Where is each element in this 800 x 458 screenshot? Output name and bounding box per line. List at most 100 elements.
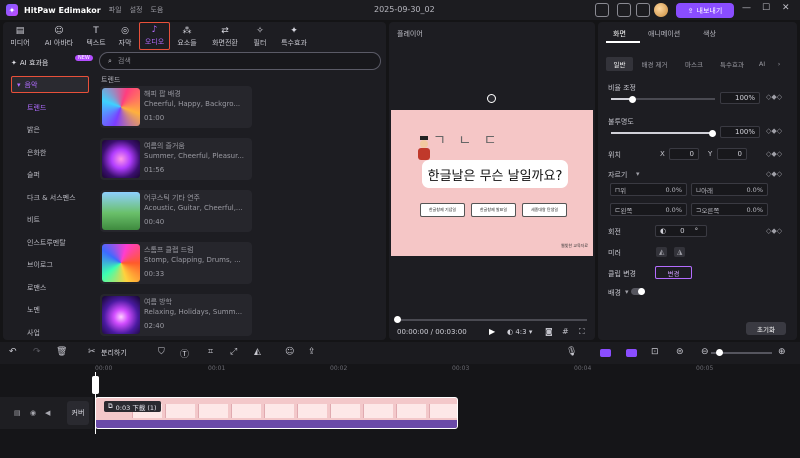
feedback-icon[interactable] [617, 3, 631, 17]
background-toggle[interactable] [631, 288, 645, 295]
keyframe-icon[interactable]: ◇◆◇ [766, 127, 782, 135]
ai-sound-effect-item[interactable]: ✦ AI 효과음 [11, 58, 48, 68]
video-clip[interactable]: ⧉ 0:03 下載 (1) [95, 397, 458, 429]
grid-icon[interactable]: # [562, 327, 569, 336]
tab-animation[interactable]: 애니메이션 [648, 29, 680, 39]
music-track[interactable]: 여름 방학 Relaxing, Holidays, Summ... 02:40 [100, 294, 252, 336]
tab-filter[interactable]: ✧ 필터 [246, 22, 274, 50]
subcategory-romance[interactable]: 로맨스 [27, 283, 46, 293]
zoom-out-icon[interactable]: ⊖ [701, 347, 709, 357]
tab-text[interactable]: T 텍스트 [81, 22, 111, 50]
scale-value[interactable]: 100% [720, 92, 760, 104]
tab-effects[interactable]: ✦ 특수효과 [274, 22, 314, 50]
aspect-ratio-selector[interactable]: ◐ 4:3 ▾ [507, 328, 532, 336]
subcategory-dark[interactable]: 다크 & 서스펜스 [27, 193, 76, 203]
opacity-slider-knob[interactable] [709, 129, 716, 137]
category-music[interactable]: ▾ 음악 [11, 76, 89, 93]
delete-icon[interactable]: 🗑 [56, 347, 67, 357]
snapshot-icon[interactable]: ◙ [545, 327, 553, 336]
crop-right-input[interactable]: ⊐ 오른쪽 0.0% [691, 203, 768, 216]
text-tool-icon[interactable]: Ⓣ [180, 347, 189, 360]
face-icon[interactable]: ☺ [285, 347, 294, 357]
menu-file[interactable]: 파일 [109, 5, 122, 15]
snap-icon[interactable] [600, 349, 611, 357]
play-icon[interactable]: ▶ [489, 327, 495, 336]
subcategory-instrumental[interactable]: 인스트루멘탈 [27, 238, 66, 248]
tab-media[interactable]: ▤ 미디어 [3, 22, 37, 50]
keyframe-icon[interactable]: ◇◆◇ [766, 227, 782, 235]
music-track[interactable]: 해피 팝 배경 Cheerful, Happy, Backgro... 01:0… [100, 86, 252, 128]
subcategory-vlog[interactable]: 브이로그 [27, 260, 53, 270]
subcategory-calm[interactable]: 은화한 [27, 148, 46, 158]
visibility-icon[interactable]: ◉ [30, 409, 36, 417]
menu-settings[interactable]: 설정 [130, 5, 143, 15]
monitor-icon[interactable] [595, 3, 609, 17]
subtab-ai[interactable]: AI [752, 57, 772, 71]
split-label[interactable]: 분리하기 [101, 348, 127, 358]
keyframe-icon[interactable]: ◇◆◇ [766, 93, 782, 101]
stack-icon[interactable]: ▤ [14, 409, 21, 417]
crop-bottom-input[interactable]: ⊔ 아래 0.0% [691, 183, 768, 196]
subcategory-trend[interactable]: 트렌드 [27, 103, 46, 113]
subcategory-noman[interactable]: 노멘 [27, 305, 40, 315]
tab-ai-avatar[interactable]: ☺ AI 아바타 [37, 22, 81, 50]
playback-progress[interactable] [397, 319, 587, 321]
tab-elements[interactable]: ⁂ 요소들 [170, 22, 204, 50]
video-preview[interactable]: ㄱ ㄴ ㄷ 한글날은 무슨 날일까요? 한글창제 기념일 한글창제 발표일 세종… [391, 110, 593, 256]
chevron-down-icon[interactable]: ▾ [625, 288, 629, 296]
avatar[interactable] [654, 3, 668, 17]
cover-button[interactable]: 커버 [67, 401, 89, 425]
zoom-knob[interactable] [716, 349, 723, 356]
playhead-handle[interactable] [92, 376, 99, 394]
pos-x-input[interactable]: 0 [669, 148, 699, 160]
subtab-effects[interactable]: 특수효과 [712, 57, 752, 71]
playback-knob[interactable] [394, 316, 401, 323]
subcategory-beat[interactable]: 비트 [27, 215, 40, 225]
cloud-icon[interactable] [636, 3, 650, 17]
scale-slider-knob[interactable] [629, 95, 636, 103]
subtab-general[interactable]: 일반 [606, 57, 633, 71]
undo-icon[interactable]: ↶ [9, 347, 17, 357]
close-icon[interactable]: ✕ [782, 3, 790, 13]
chevron-right-icon[interactable]: › [772, 57, 786, 71]
crop-icon[interactable]: ⌗ [208, 347, 213, 357]
subcategory-sad[interactable]: 슬퍼 [27, 170, 40, 180]
fit-icon[interactable]: ⊜ [676, 347, 684, 357]
subcategory-bright[interactable]: 밝은 [27, 125, 40, 135]
keyframe-icon[interactable]: ◇◆◇ [766, 150, 782, 158]
rotate-handle[interactable] [487, 94, 496, 103]
mirror-icon[interactable]: ◭ [254, 347, 261, 357]
volume-icon[interactable]: ◀ [45, 409, 50, 417]
chevron-down-icon[interactable]: ▾ [636, 170, 640, 178]
tab-color[interactable]: 색상 [703, 29, 716, 39]
change-clip-button[interactable]: 변경 [655, 266, 692, 279]
tab-subtitle[interactable]: ◎ 자막 [111, 22, 139, 50]
search-input[interactable]: ⌕ 검색 [99, 52, 381, 70]
reset-button[interactable]: 초기화 [746, 322, 786, 335]
rotate-input[interactable]: ◐ 0 ° [655, 225, 707, 237]
minimize-icon[interactable]: — [742, 3, 751, 13]
fullscreen-icon[interactable]: ⛶ [579, 327, 585, 337]
opacity-value[interactable]: 100% [720, 126, 760, 138]
opacity-slider[interactable] [611, 129, 716, 137]
resize-icon[interactable]: ⤢ [230, 347, 237, 357]
link-icon[interactable] [626, 349, 637, 357]
subtab-mask[interactable]: 마스크 [676, 57, 712, 71]
mirror-horizontal-icon[interactable]: ◭ [656, 247, 668, 257]
preview-icon[interactable]: ⊡ [651, 347, 659, 357]
scissors-icon[interactable]: ✂ [88, 347, 96, 357]
tab-audio[interactable]: ♪ 오디오 [139, 22, 170, 50]
subtab-bg-remove[interactable]: 배경 제거 [633, 57, 676, 71]
export-frame-icon[interactable]: ⇪ [308, 347, 316, 357]
zoom-in-icon[interactable]: ⊕ [778, 347, 786, 357]
music-track[interactable]: 어쿠스틱 기타 연주 Acoustic, Guitar, Cheerful,..… [100, 190, 252, 232]
microphone-icon[interactable]: 🎙 [566, 347, 577, 357]
tab-screen[interactable]: 화면 [613, 29, 626, 39]
music-track[interactable]: 스톰프 클랩 드럼 Stomp, Clapping, Drums, ... 00… [100, 242, 252, 284]
keyframe-icon[interactable]: ◇◆◇ [766, 170, 782, 178]
crop-left-input[interactable]: ⊏ 왼쪽 0.0% [610, 203, 687, 216]
subcategory-business[interactable]: 사업 [27, 328, 40, 338]
mirror-vertical-icon[interactable]: ◮ [674, 247, 686, 257]
pos-y-input[interactable]: 0 [717, 148, 747, 160]
export-button[interactable]: ⇪ 내보내기 [676, 3, 734, 18]
